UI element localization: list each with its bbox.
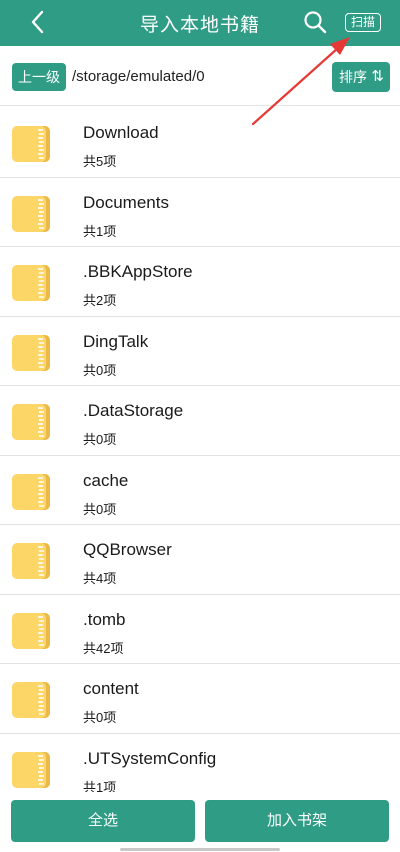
folder-icon (12, 473, 50, 510)
folder-item-count: 共2项 (83, 293, 117, 308)
folder-name: cache (83, 470, 129, 490)
list-item[interactable]: .DataStorage 共0项 (0, 386, 400, 456)
folder-item-count: 共1项 (83, 223, 117, 239)
add-to-shelf-button[interactable]: 加入书架 (205, 800, 389, 842)
folder-name: .tomb (83, 609, 126, 629)
page-title: 导入本地书籍 (139, 15, 260, 36)
top-app-bar: 导入本地书籍 扫描 (0, 0, 400, 46)
list-item[interactable]: Documents 共1项 (0, 178, 400, 247)
folder-icon (12, 195, 50, 232)
sort-arrows-icon: ⇅ (371, 68, 384, 85)
list-item[interactable]: .tomb 共42项 (0, 595, 400, 664)
folder-name: DingTalk (83, 331, 149, 351)
folder-name: Documents (83, 192, 169, 212)
list-item[interactable]: .BBKAppStore 共2项 (0, 247, 400, 317)
list-item[interactable]: Download 共5项 (0, 108, 400, 178)
folder-item-count: 共42项 (83, 640, 124, 656)
folder-icon (12, 751, 50, 788)
current-path: /storage/emulated/0 (72, 68, 205, 85)
list-item[interactable]: DingTalk 共0项 (0, 317, 400, 386)
folder-name: content (83, 679, 139, 698)
folder-icon (12, 126, 50, 162)
folder-icon (12, 543, 50, 579)
sort-label: 排序 (339, 69, 367, 85)
sort-button[interactable]: 排序 ⇅ (332, 62, 390, 92)
scan-button[interactable]: 扫描 (345, 13, 381, 32)
bottom-action-bar: 全选 加入书架 (0, 792, 400, 852)
list-item[interactable]: QQBrowser 共4项 (0, 525, 400, 595)
folder-list: Download 共5项 Documents 共1项 .BBKAppStore … (0, 108, 400, 803)
folder-item-count: 共5项 (83, 154, 117, 169)
folder-name: Download (83, 123, 159, 142)
folder-name: .UTSystemConfig (83, 748, 217, 768)
folder-item-count: 共0项 (83, 362, 117, 378)
select-all-button[interactable]: 全选 (11, 800, 195, 842)
folder-item-count: 共0项 (83, 432, 117, 447)
folder-icon (12, 682, 50, 718)
parent-directory-button[interactable]: 上一级 (12, 63, 66, 91)
folder-icon (12, 404, 50, 440)
path-bar: 上一级 /storage/emulated/0 排序 ⇅ (0, 46, 400, 106)
folder-item-count: 共4项 (83, 571, 117, 586)
folder-item-count: 共0项 (83, 710, 117, 725)
folder-name: QQBrowser (83, 540, 172, 559)
list-item[interactable]: content 共0项 (0, 664, 400, 734)
folder-icon (12, 334, 50, 371)
home-indicator (120, 848, 280, 851)
folder-name: .DataStorage (83, 401, 184, 420)
folder-icon (12, 612, 50, 649)
folder-item-count: 共0项 (83, 501, 117, 517)
search-icon[interactable] (302, 9, 328, 35)
folder-icon (12, 265, 50, 301)
list-item[interactable]: cache 共0项 (0, 456, 400, 525)
folder-name: .BBKAppStore (83, 262, 193, 281)
